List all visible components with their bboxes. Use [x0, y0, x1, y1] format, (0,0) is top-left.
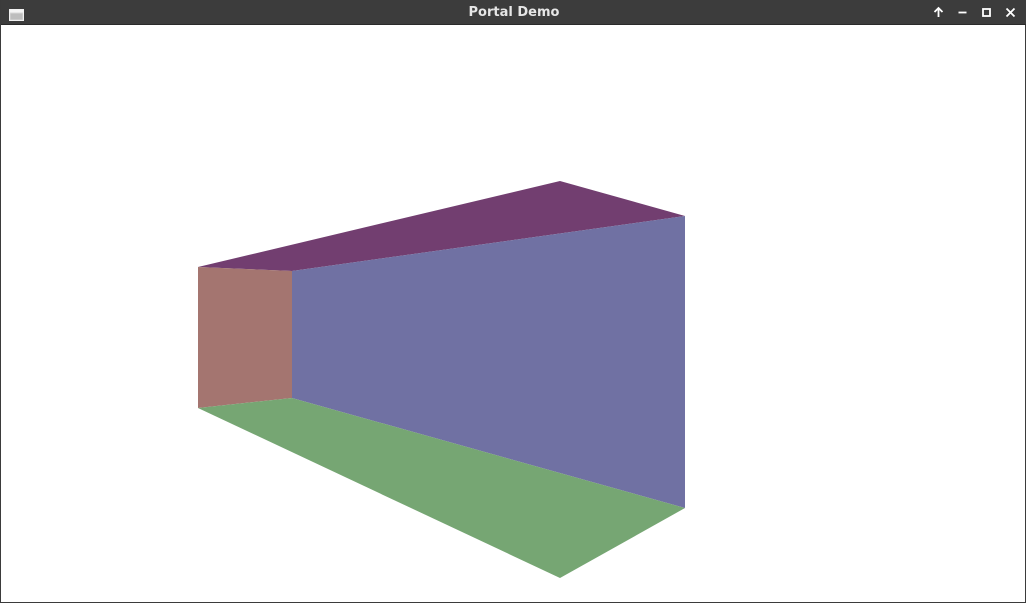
maximize-icon: [982, 8, 991, 17]
title-bar[interactable]: Portal Demo: [1, 0, 1026, 25]
window-title: Portal Demo: [468, 5, 560, 20]
app-window: Portal Demo: [0, 0, 1026, 603]
close-button[interactable]: [1002, 4, 1019, 21]
maximize-button[interactable]: [978, 4, 995, 21]
minimize-icon: [958, 11, 967, 14]
close-icon: [1005, 7, 1016, 18]
keep-above-button[interactable]: [930, 4, 947, 21]
window-icon[interactable]: [9, 6, 24, 21]
arrow-up-icon: [933, 6, 944, 17]
minimize-button[interactable]: [954, 4, 971, 21]
portal-scene: [198, 181, 685, 578]
render-canvas[interactable]: [2, 25, 1025, 601]
left-wall-face: [198, 267, 292, 408]
